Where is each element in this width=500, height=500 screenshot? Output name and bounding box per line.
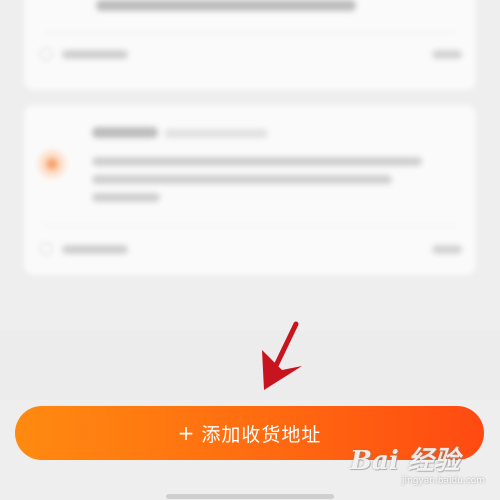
- default-radio-icon[interactable]: [40, 243, 52, 255]
- default-radio-icon[interactable]: [40, 48, 52, 60]
- address-card[interactable]: [24, 0, 476, 90]
- blurred-address-list: [0, 0, 500, 330]
- set-default-label: [62, 245, 128, 254]
- recipient-phone: [164, 129, 268, 138]
- card-divider: [44, 32, 456, 33]
- watermark-url: jingyan.baidu.com: [402, 476, 486, 486]
- list-bottom-area: [0, 330, 500, 400]
- address-card[interactable]: [24, 105, 476, 275]
- set-default-label: [62, 50, 128, 59]
- edit-link[interactable]: [432, 245, 462, 254]
- add-address-label: 添加收货地址: [201, 423, 322, 446]
- edit-link[interactable]: [432, 50, 462, 59]
- baidu-jingyan-watermark: Bai 经验 jingyan.baidu.com: [350, 440, 490, 498]
- home-indicator: [166, 494, 334, 499]
- address-text-line: [92, 193, 160, 202]
- watermark-logo: Bai 经验: [350, 446, 460, 476]
- address-text-line: [92, 175, 392, 184]
- address-text-line: [96, 0, 356, 11]
- card-divider: [44, 225, 456, 226]
- recipient-name: [92, 127, 158, 138]
- address-text-line: [92, 157, 422, 166]
- plus-icon: +: [177, 421, 196, 445]
- address-list-page: + 添加收货地址 Bai 经验 jingyan.baidu.com: [0, 0, 500, 500]
- location-pin-icon: [38, 150, 66, 178]
- annotation-arrow-icon: [262, 321, 302, 390]
